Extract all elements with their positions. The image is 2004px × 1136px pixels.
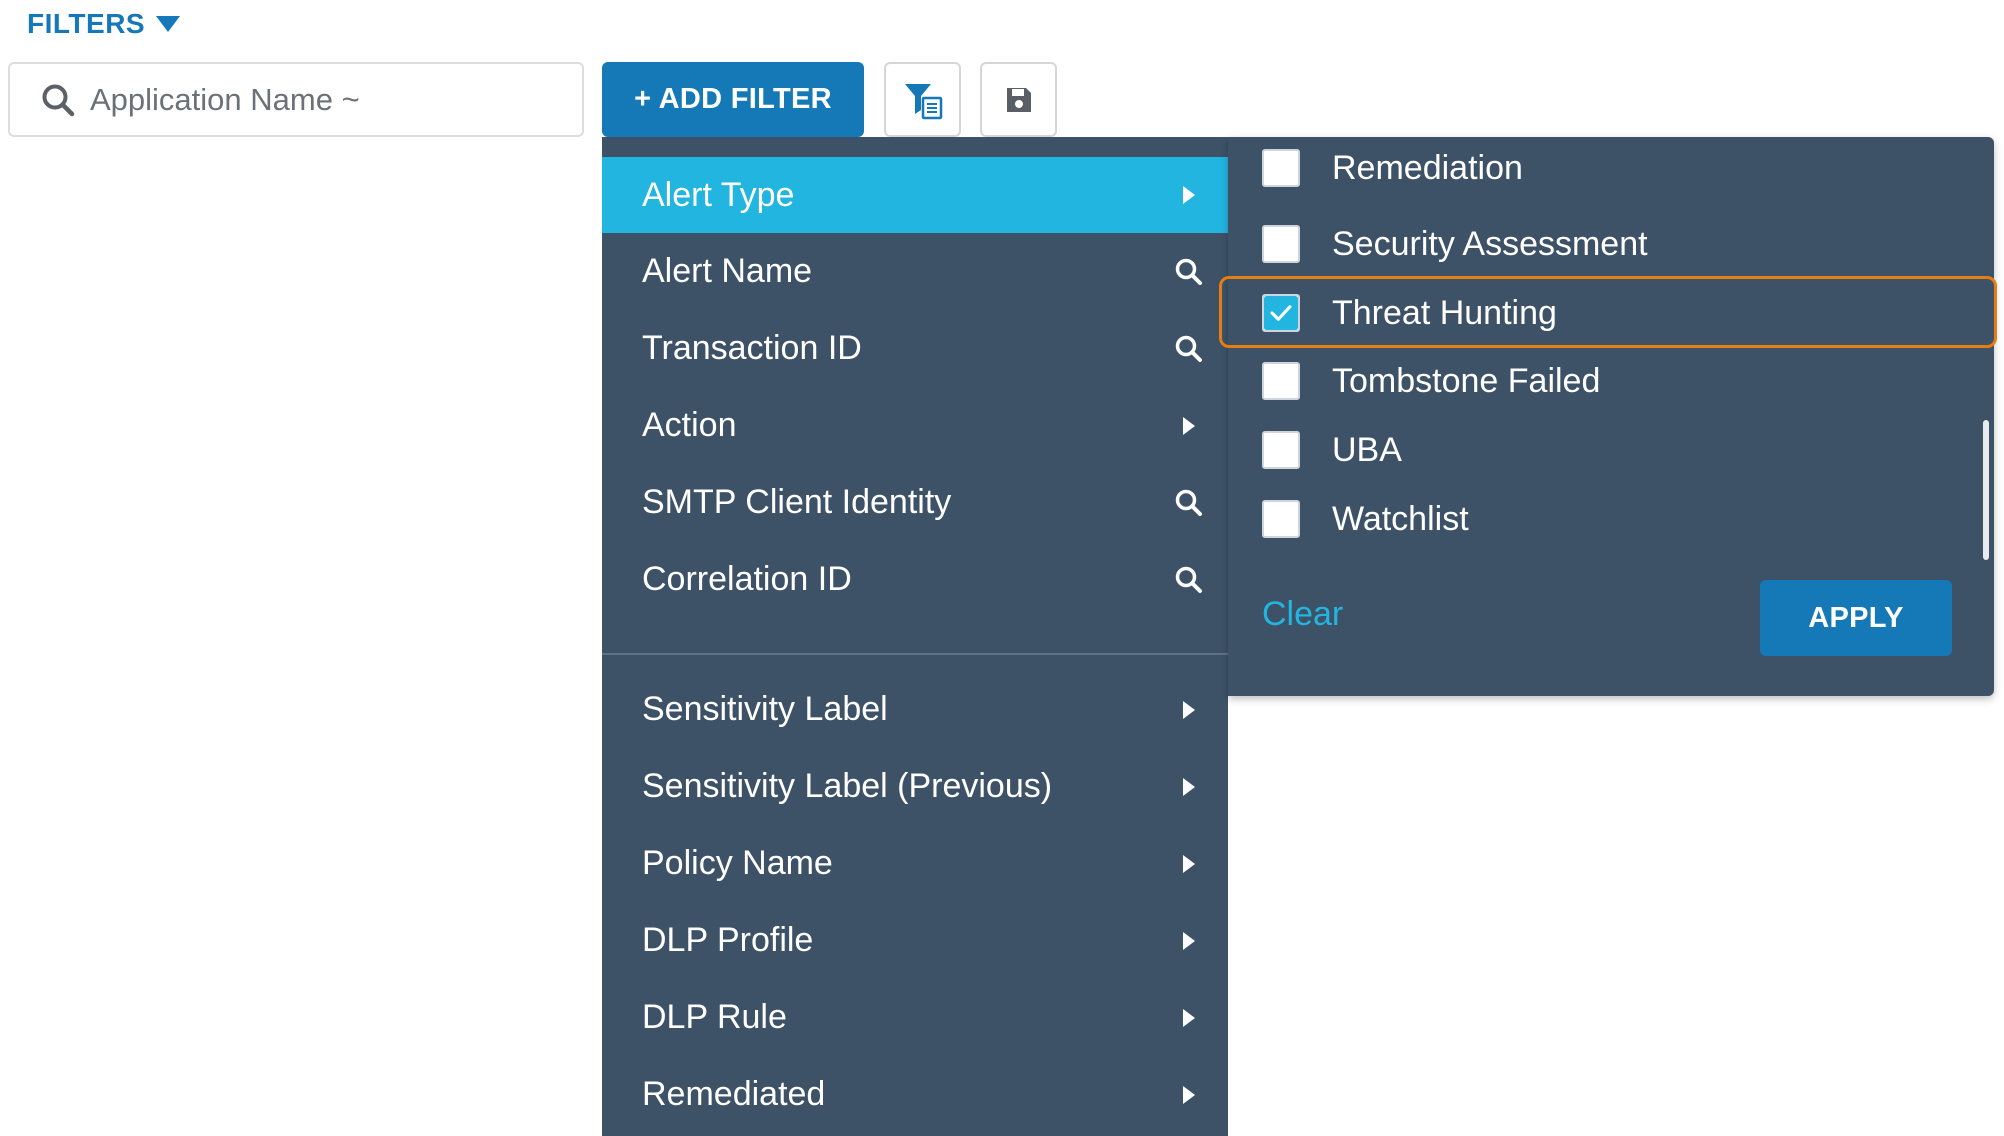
filters-toggle[interactable]: FILTERS bbox=[27, 8, 181, 40]
menu-item-transaction-id[interactable]: Transaction ID bbox=[602, 310, 1228, 387]
option-label: Security Assessment bbox=[1332, 224, 1648, 263]
save-filter-button[interactable] bbox=[980, 62, 1057, 137]
clear-link[interactable]: Clear bbox=[1262, 595, 1343, 634]
option-remediation[interactable]: Remediation bbox=[1228, 137, 1994, 202]
menu-item-label: Sensitivity Label (Previous) bbox=[642, 767, 1053, 805]
chevron-right-icon bbox=[1172, 1078, 1206, 1112]
filter-list-button[interactable] bbox=[884, 62, 961, 137]
chevron-right-icon bbox=[1172, 924, 1206, 958]
add-filter-button[interactable]: + ADD FILTER bbox=[602, 62, 864, 137]
chevron-right-icon bbox=[1172, 1001, 1206, 1035]
filter-field-menu: Alert Type Alert Name Transaction ID Act… bbox=[602, 137, 1228, 1136]
menu-item-smtp-client-identity[interactable]: SMTP Client Identity bbox=[602, 464, 1228, 541]
option-tombstone-failed[interactable]: Tombstone Failed bbox=[1228, 347, 1994, 415]
menu-item-remediated[interactable]: Remediated bbox=[602, 1056, 1228, 1133]
chevron-right-icon bbox=[1172, 178, 1206, 212]
menu-item-alert-type[interactable]: Alert Type bbox=[602, 157, 1228, 233]
filters-label: FILTERS bbox=[27, 8, 146, 39]
option-label: Threat Hunting bbox=[1332, 293, 1557, 332]
menu-item-policy-name[interactable]: Policy Name bbox=[602, 825, 1228, 902]
menu-item-label: DLP Rule bbox=[642, 998, 787, 1036]
apply-button[interactable]: APPLY bbox=[1760, 580, 1952, 656]
option-label: Watchlist bbox=[1332, 499, 1469, 538]
menu-item-sensitivity-label-previous[interactable]: Sensitivity Label (Previous) bbox=[602, 748, 1228, 825]
menu-item-label: Alert Name bbox=[642, 252, 813, 290]
search-icon bbox=[1172, 563, 1206, 597]
option-label: UBA bbox=[1332, 430, 1402, 469]
option-uba[interactable]: UBA bbox=[1228, 416, 1994, 484]
menu-divider bbox=[602, 653, 1228, 655]
menu-item-action[interactable]: Action bbox=[602, 387, 1228, 464]
option-watchlist[interactable]: Watchlist bbox=[1228, 485, 1994, 553]
checkbox[interactable] bbox=[1262, 149, 1300, 187]
checkmark-icon bbox=[1264, 296, 1298, 330]
menu-item-alert-name[interactable]: Alert Name bbox=[602, 233, 1228, 310]
menu-item-label: Alert Type bbox=[642, 175, 795, 214]
chevron-right-icon bbox=[1172, 847, 1206, 881]
filter-list-icon bbox=[904, 83, 942, 119]
menu-item-sensitivity-label[interactable]: Sensitivity Label bbox=[602, 671, 1228, 748]
option-label: Tombstone Failed bbox=[1332, 361, 1601, 400]
checkbox-checked[interactable] bbox=[1262, 294, 1300, 332]
menu-item-dlp-profile[interactable]: DLP Profile bbox=[602, 902, 1228, 979]
menu-item-label: Remediated bbox=[642, 1075, 826, 1113]
menu-item-dlp-rule[interactable]: DLP Rule bbox=[602, 979, 1228, 1056]
floppy-disk-icon bbox=[1006, 87, 1031, 112]
menu-item-label: SMTP Client Identity bbox=[642, 483, 952, 521]
search-icon bbox=[1172, 486, 1206, 520]
menu-item-label: Policy Name bbox=[642, 844, 833, 882]
submenu-scrollbar[interactable] bbox=[1983, 420, 1989, 560]
search-input[interactable] bbox=[90, 81, 570, 118]
search-icon bbox=[1172, 255, 1206, 289]
search-field[interactable] bbox=[8, 62, 584, 137]
chevron-right-icon bbox=[1172, 693, 1206, 727]
menu-item-label: DLP Profile bbox=[642, 921, 814, 959]
option-security-assessment[interactable]: Security Assessment bbox=[1228, 210, 1994, 278]
search-icon bbox=[1172, 332, 1206, 366]
menu-item-correlation-id[interactable]: Correlation ID bbox=[602, 541, 1228, 618]
checkbox[interactable] bbox=[1262, 362, 1300, 400]
option-threat-hunting[interactable]: Threat Hunting bbox=[1228, 279, 1994, 347]
menu-item-label: Sensitivity Label bbox=[642, 690, 888, 728]
menu-item-label: Transaction ID bbox=[642, 329, 862, 367]
checkbox[interactable] bbox=[1262, 431, 1300, 469]
option-label: Remediation bbox=[1332, 148, 1523, 187]
menu-item-label: Action bbox=[642, 406, 737, 444]
menu-item-label: Correlation ID bbox=[642, 560, 852, 598]
search-icon bbox=[42, 84, 75, 116]
checkbox[interactable] bbox=[1262, 500, 1300, 538]
filter-panel: FILTERS + ADD FILTER bbox=[0, 0, 2004, 1136]
caret-down-icon bbox=[156, 16, 181, 32]
chevron-right-icon bbox=[1172, 409, 1206, 443]
checkbox[interactable] bbox=[1262, 225, 1300, 263]
chevron-right-icon bbox=[1172, 770, 1206, 804]
